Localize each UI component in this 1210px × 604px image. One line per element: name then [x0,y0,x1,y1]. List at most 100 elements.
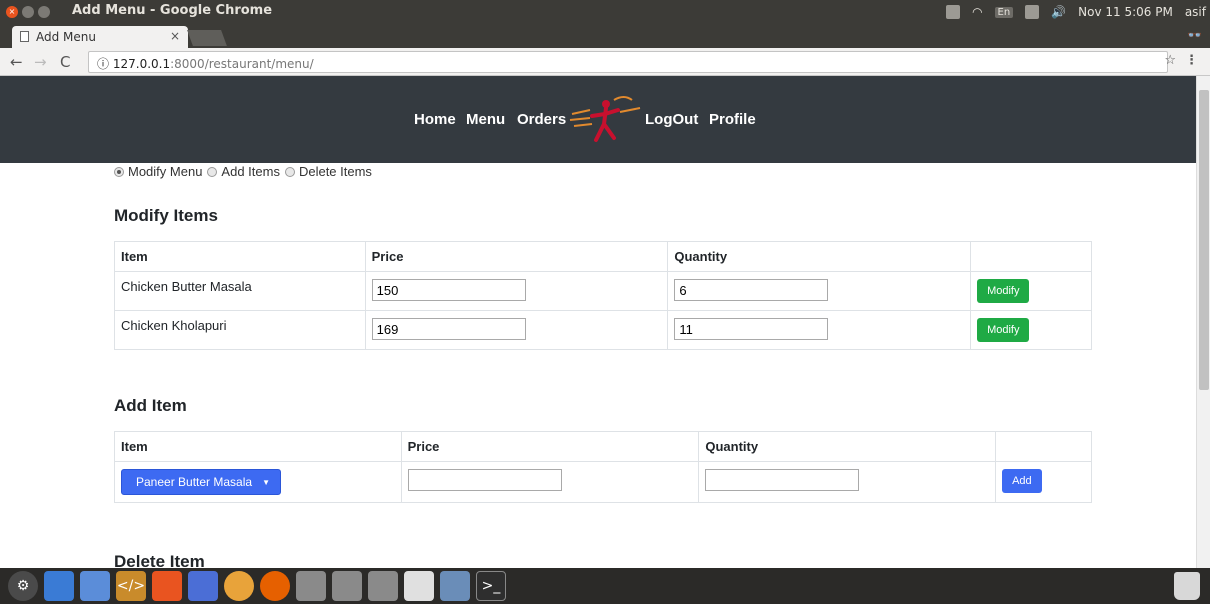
back-icon[interactable]: ← [10,53,23,71]
scrollbar-thumb[interactable] [1199,90,1209,390]
drive-icon[interactable] [332,571,362,601]
item-select-cell: Paneer Butter Masala ▼ [114,461,402,503]
radio-label-add-items: Add Items [221,164,280,179]
column-header-quantity: Quantity [698,431,997,462]
item-name: Chicken Butter Masala [114,271,366,311]
quantity-cell [698,461,997,503]
volume-icon[interactable]: 🔊 [1051,5,1066,19]
nav-profile-link[interactable]: Profile [709,111,756,128]
page-icon [20,31,29,42]
battery-icon[interactable] [1025,5,1040,19]
window-minimize-button[interactable] [22,6,34,18]
table-row: Paneer Butter Masala ▼ Add [114,461,1092,503]
item-select-value: Paneer Butter Masala [136,475,253,489]
drive-icon[interactable] [296,571,326,601]
quantity-cell [667,310,972,350]
quantity-input[interactable] [674,279,829,301]
window-maximize-button[interactable] [38,6,50,18]
radio-add-items[interactable] [207,166,218,177]
add-item-table: Item Price Quantity Paneer Butter Masala… [114,431,1092,503]
new-quantity-input[interactable] [705,469,860,491]
radio-delete-items[interactable] [284,166,295,177]
new-price-input[interactable] [407,469,562,491]
chrome-icon[interactable] [224,571,254,601]
page-scrollbar[interactable] [1196,76,1210,568]
column-header-action [995,431,1092,462]
item-name: Chicken Kholapuri [114,310,366,350]
radio-modify-menu[interactable] [114,166,124,177]
column-header-item: Item [114,431,402,462]
display-icon[interactable] [188,571,218,601]
nav-orders-link[interactable]: Orders [517,111,566,128]
quantity-input[interactable] [674,318,829,340]
column-header-quantity: Quantity [667,241,972,272]
column-header-item: Item [114,241,366,272]
bookmark-star-icon[interactable]: ☆ [1164,53,1176,68]
user-menu[interactable]: asif [1185,5,1206,19]
table-header-row: Item Price Quantity [114,241,1092,272]
nav-menu-link[interactable]: Menu [466,111,505,128]
table-row: Chicken Kholapuri Modify [114,310,1092,350]
tab-close-icon[interactable]: × [170,29,180,43]
add-button[interactable]: Add [1002,469,1042,493]
system-settings-icon[interactable]: ⚙ [8,571,38,601]
site-navbar: Home Menu Orders LogOut Profile [0,76,1196,163]
nav-logout-link[interactable]: LogOut [645,111,698,128]
text-editor-icon[interactable] [404,571,434,601]
chef-logo-icon [569,96,641,142]
price-cell [364,310,669,350]
reload-icon[interactable]: C [60,53,70,71]
software-center-icon[interactable] [152,571,182,601]
keyboard-language[interactable]: En [994,6,1014,18]
terminal-icon[interactable]: >_ [476,571,506,601]
modify-items-table: Item Price Quantity Chicken Butter Masal… [114,241,1092,350]
price-cell [364,271,669,311]
system-tray: ◠ En 🔊 Nov 11 5:06 PM asif [946,0,1210,24]
url-bar[interactable]: ⓘ 127.0.0.1:8000/restaurant/menu/ [88,51,1168,73]
item-select[interactable]: Paneer Butter Masala ▼ [121,469,281,495]
window-close-button[interactable]: × [6,6,18,18]
clock[interactable]: Nov 11 5:06 PM [1078,5,1173,19]
tab-strip: Add Menu × [0,24,1210,48]
modify-button[interactable]: Modify [977,279,1030,303]
forward-icon[interactable]: → [34,53,47,71]
url-host: 127.0.0.1 [112,57,171,71]
wifi-icon[interactable]: ◠ [972,5,982,19]
new-tab-button[interactable] [187,30,227,46]
microphone-icon[interactable] [946,5,961,19]
price-input[interactable] [371,279,526,301]
radio-label-modify-menu: Modify Menu [128,164,203,179]
nav-home-link[interactable]: Home [414,111,456,128]
action-cell: Modify [970,271,1092,311]
drive-icon[interactable] [368,571,398,601]
window-controls: × [6,6,50,18]
editor-icon[interactable] [80,571,110,601]
trash-icon[interactable] [1174,572,1200,600]
tab-add-menu[interactable]: Add Menu × [12,26,188,48]
info-icon[interactable]: ⓘ [97,57,109,71]
mode-radio-group: Modify Menu Add Items Delete Items [114,164,372,179]
screenshot-icon[interactable] [440,571,470,601]
delete-item-heading: Delete Item [114,552,205,568]
files-icon[interactable] [44,571,74,601]
os-top-bar: × Add Menu - Google Chrome ◠ En 🔊 Nov 11… [0,0,1210,24]
firefox-icon[interactable] [260,571,290,601]
table-row: Chicken Butter Masala Modify [114,271,1092,311]
code-icon[interactable]: </> [116,571,146,601]
window-title: Add Menu - Google Chrome [72,3,273,18]
launcher-dock: ⚙ </> >_ [0,568,1210,604]
column-header-action [970,241,1092,272]
address-row: ← → C ⓘ 127.0.0.1:8000/restaurant/menu/ … [0,48,1210,76]
chrome-menu-icon[interactable]: ⋮ [1185,53,1198,68]
incognito-icon: 👓 [1187,28,1202,42]
dropdown-caret-icon: ▼ [262,477,270,487]
modify-button[interactable]: Modify [977,318,1030,342]
quantity-cell [667,271,972,311]
price-input[interactable] [371,318,526,340]
column-header-price: Price [400,431,700,462]
tab-title: Add Menu [36,30,96,44]
add-item-heading: Add Item [114,396,187,415]
action-cell: Add [995,461,1092,503]
modify-items-heading: Modify Items [114,206,218,225]
action-cell: Modify [970,310,1092,350]
